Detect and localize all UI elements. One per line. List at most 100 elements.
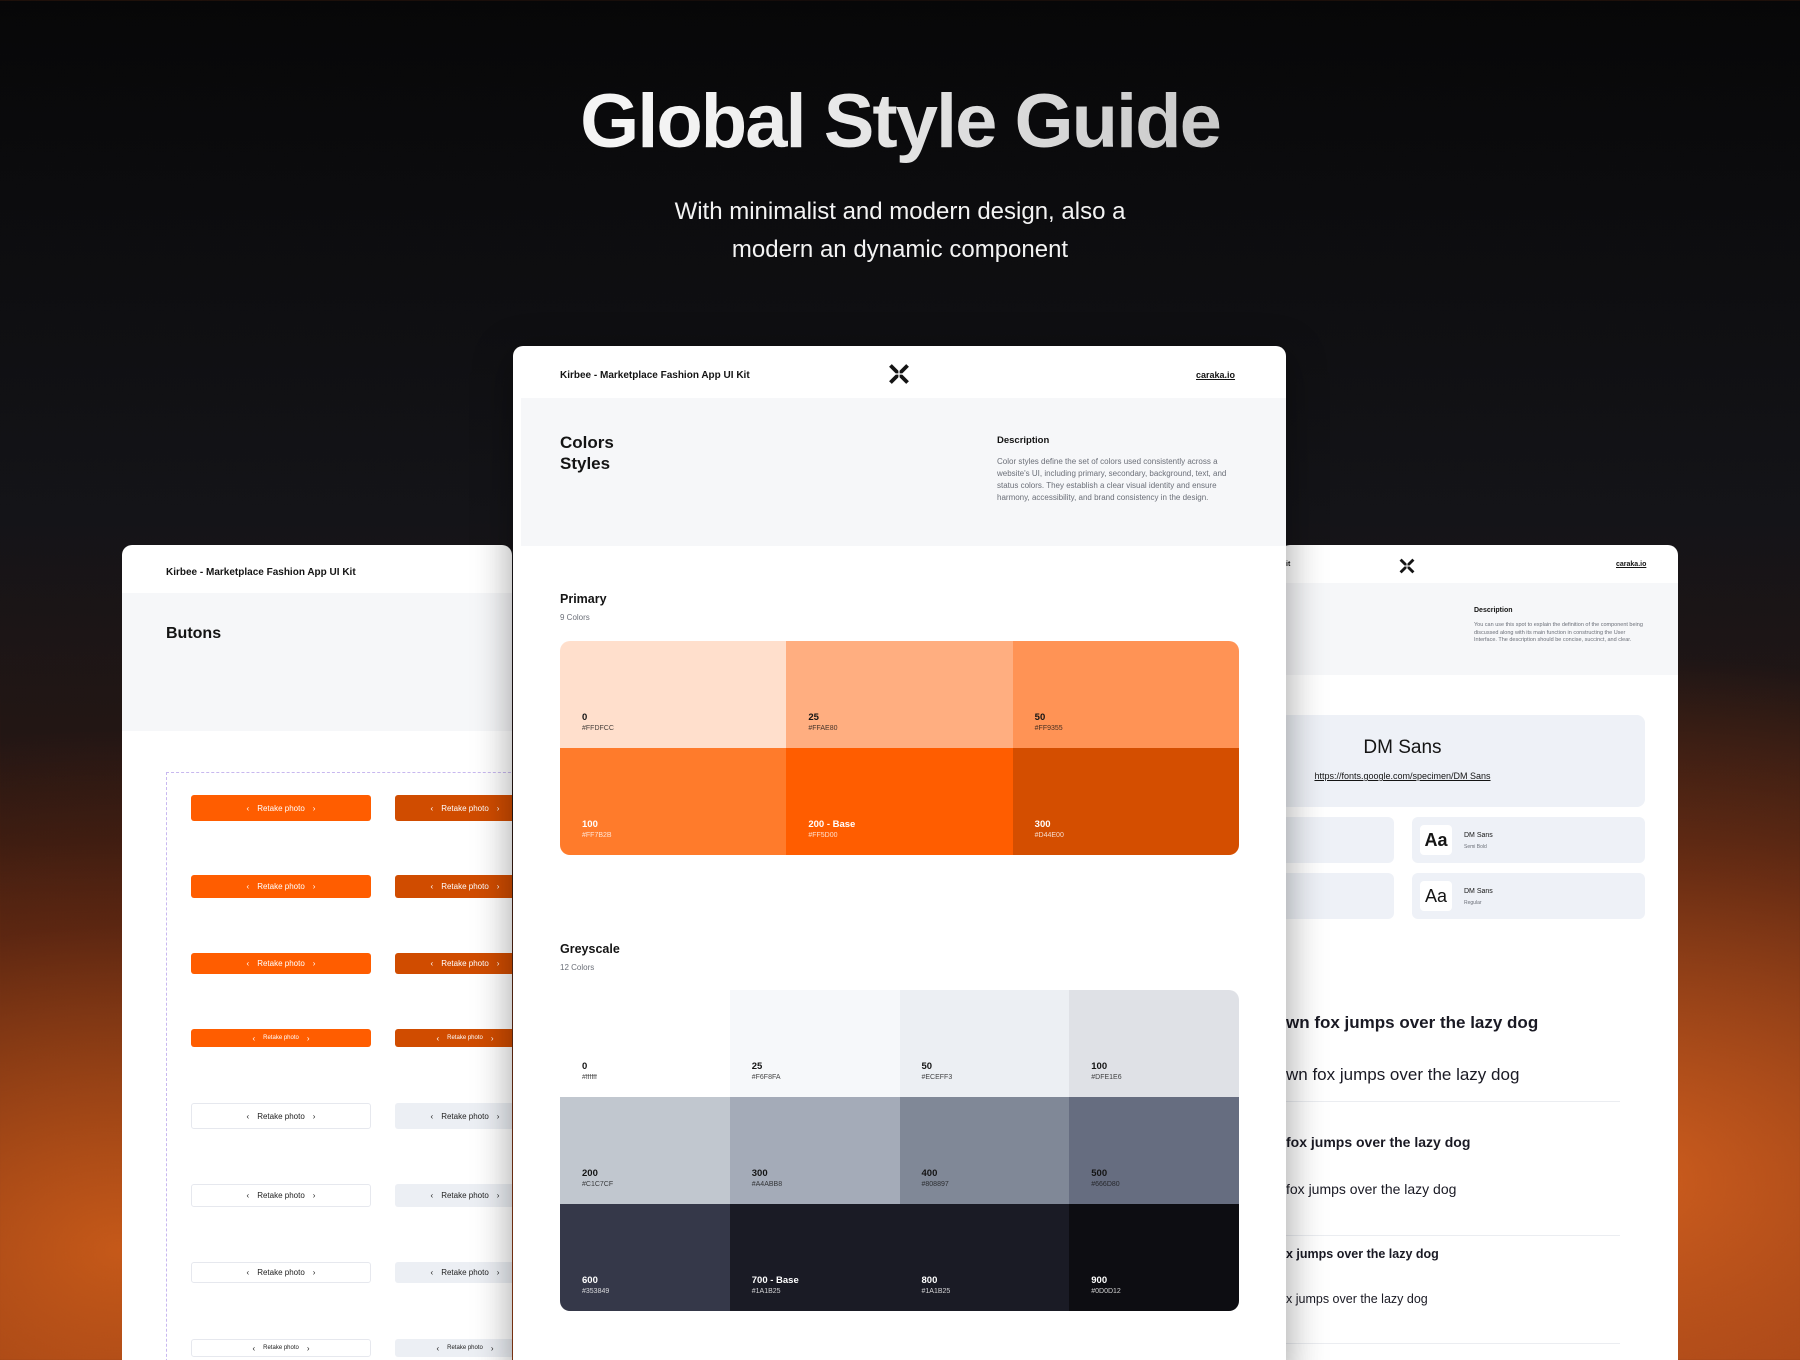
chevron-right-icon: › (312, 882, 316, 891)
hero-subtitle-line-1: With minimalist and modern design, also … (674, 198, 1126, 225)
swatch-name: 100 (1091, 1061, 1108, 1072)
swatch-name: 900 (1091, 1275, 1108, 1286)
swatch-hex: #A4ABB8 (751, 1181, 783, 1188)
color-swatch: 25 #FFAE80 (786, 641, 1014, 748)
color-swatch: 200 #C1C7CF (560, 1097, 731, 1204)
kit-name-fragment: it (1286, 561, 1291, 568)
chevron-left-icon: ‹ (430, 959, 434, 968)
retake-photo-button[interactable]: ‹ Retake photo › (191, 795, 371, 821)
swatch-hex: #ffffff (582, 1074, 597, 1081)
weight-label: DM Sans (1464, 832, 1493, 839)
button-label: Retake photo (257, 1268, 305, 1277)
color-swatch: 0 #ffffff (560, 990, 731, 1097)
color-swatch: 0 #FFDFCC (560, 641, 787, 748)
chevron-right-icon: › (306, 1343, 310, 1353)
button-label: Retake photo (441, 882, 489, 891)
retake-photo-button[interactable]: ‹ Retake photo › (191, 875, 371, 898)
greyscale-count: 12 Colors (560, 963, 595, 972)
retake-photo-button[interactable]: ‹ Retake photo › (395, 1184, 512, 1207)
kit-name: Kirbee - Marketplace Fashion App UI Kit (560, 370, 750, 381)
swatch-name: 50 (1034, 712, 1046, 723)
pangram-sample: x jumps over the lazy dog (1286, 1247, 1439, 1261)
swatch-name: 200 (582, 1168, 598, 1179)
chevron-left-icon: ‹ (436, 1033, 440, 1043)
swatch-name: 500 (1091, 1168, 1108, 1179)
chevron-right-icon: › (312, 1191, 316, 1200)
pangram-sample: x jumps over the lazy dog (1286, 1292, 1428, 1306)
swatch-hex: #FFAE80 (808, 725, 838, 732)
pangram-sample: fox jumps over the lazy dog (1286, 1134, 1471, 1150)
retake-photo-button[interactable]: ‹ Retake photo › (191, 1339, 371, 1357)
color-swatch: 50 #ECEFF3 (899, 990, 1070, 1097)
chevron-left-icon: ‹ (246, 959, 250, 968)
retake-photo-button[interactable]: ‹ Retake photo › (191, 1262, 371, 1283)
swatch-hex: #FF9355 (1034, 725, 1063, 732)
swatch-name: 300 (1034, 819, 1051, 830)
x-star-logo-icon (1399, 558, 1415, 574)
retake-photo-button[interactable]: ‹ Retake photo › (395, 795, 512, 821)
chevron-right-icon: › (312, 803, 316, 813)
chevron-left-icon: ‹ (252, 1033, 256, 1043)
retake-photo-button[interactable]: ‹ Retake photo › (395, 1029, 512, 1047)
x-star-logo-icon (889, 364, 909, 384)
page-title-line-2: Styles (560, 454, 611, 473)
retake-photo-button[interactable]: ‹ Retake photo › (395, 953, 512, 974)
primary-swatch-grid: 0 #FFDFCC 25 #FFAE80 50 #FF9355 100 #FF7B2B 200 … (560, 641, 1239, 855)
weight-style: Semi Bold (1464, 844, 1487, 850)
swatch-hex: #666D80 (1091, 1181, 1120, 1188)
retake-photo-button[interactable]: ‹ Retake photo › (395, 875, 512, 898)
retake-photo-button[interactable]: ‹ Retake photo › (191, 953, 371, 974)
retake-photo-button[interactable]: ‹ Retake photo › (191, 1029, 371, 1047)
swatch-name: 25 (808, 712, 819, 723)
site-link[interactable]: caraka.io (1616, 561, 1646, 568)
swatch-hex: #0D0D12 (1091, 1288, 1121, 1295)
retake-photo-button[interactable]: ‹ Retake photo › (191, 1184, 371, 1207)
swatch-name: 50 (921, 1061, 933, 1072)
swatch-hex: #ECEFF3 (921, 1074, 953, 1081)
buttons-card: Kirbee - Marketplace Fashion App UI Kit … (122, 545, 512, 1360)
color-swatch: 600 #353849 (560, 1204, 731, 1311)
swatch-hex: #1A1B25 (921, 1288, 951, 1295)
button-label: Retake photo (257, 1191, 305, 1200)
font-link[interactable]: https://fonts.google.com/specimen/DM San… (1280, 771, 1525, 781)
chevron-right-icon: › (306, 1033, 310, 1043)
swatch-hex: #FF7B2B (582, 832, 612, 839)
chevron-right-icon: › (496, 1111, 500, 1121)
color-swatch: 500 #666D80 (1069, 1097, 1239, 1204)
retake-photo-button[interactable]: ‹ Retake photo › (191, 1103, 371, 1129)
retake-photo-button[interactable]: ‹ Retake photo › (395, 1339, 512, 1357)
swatch-name: 800 (921, 1275, 938, 1286)
description-heading: Description (1474, 607, 1513, 614)
chevron-left-icon: ‹ (430, 882, 434, 891)
color-swatch: 100 #DFE1E6 (1069, 990, 1239, 1097)
button-label: Retake photo (441, 1191, 489, 1200)
color-swatch: 300 #D44E00 (1012, 748, 1239, 855)
chevron-right-icon: › (496, 959, 500, 968)
pangram-sample: wn fox jumps over the lazy dog (1286, 1013, 1539, 1032)
buttons-title: Butons (166, 625, 222, 642)
typography-card: it caraka.io Description You can use thi… (1280, 545, 1678, 1360)
description-text: You can use this spot to explain the def… (1474, 622, 1643, 643)
swatch-name: 600 (582, 1275, 598, 1286)
retake-photo-button[interactable]: ‹ Retake photo › (395, 1262, 512, 1283)
divider (1280, 1343, 1620, 1344)
chevron-right-icon: › (496, 882, 500, 891)
color-swatch: 50 #FF9355 (1012, 641, 1239, 748)
chevron-right-icon: › (496, 803, 500, 813)
chevron-right-icon: › (312, 1111, 316, 1121)
hero-title: Global Style Guide (0, 78, 1800, 165)
button-label: Retake photo (263, 1345, 299, 1351)
primary-count: 9 Colors (560, 613, 590, 622)
chevron-right-icon: › (496, 1268, 500, 1277)
retake-photo-button[interactable]: ‹ Retake photo › (395, 1103, 512, 1129)
swatch-hex: #C1C7CF (582, 1181, 614, 1188)
swatch-name: 700 - Base (751, 1275, 799, 1286)
font-sample: Aa (1420, 881, 1452, 911)
chevron-left-icon: ‹ (246, 803, 250, 813)
primary-title: Primary (560, 592, 607, 606)
chevron-right-icon: › (490, 1033, 494, 1043)
chevron-right-icon: › (312, 1268, 316, 1277)
site-link[interactable]: caraka.io (1196, 370, 1235, 380)
chevron-left-icon: ‹ (246, 882, 250, 891)
font-sample: Aa (1420, 825, 1452, 855)
